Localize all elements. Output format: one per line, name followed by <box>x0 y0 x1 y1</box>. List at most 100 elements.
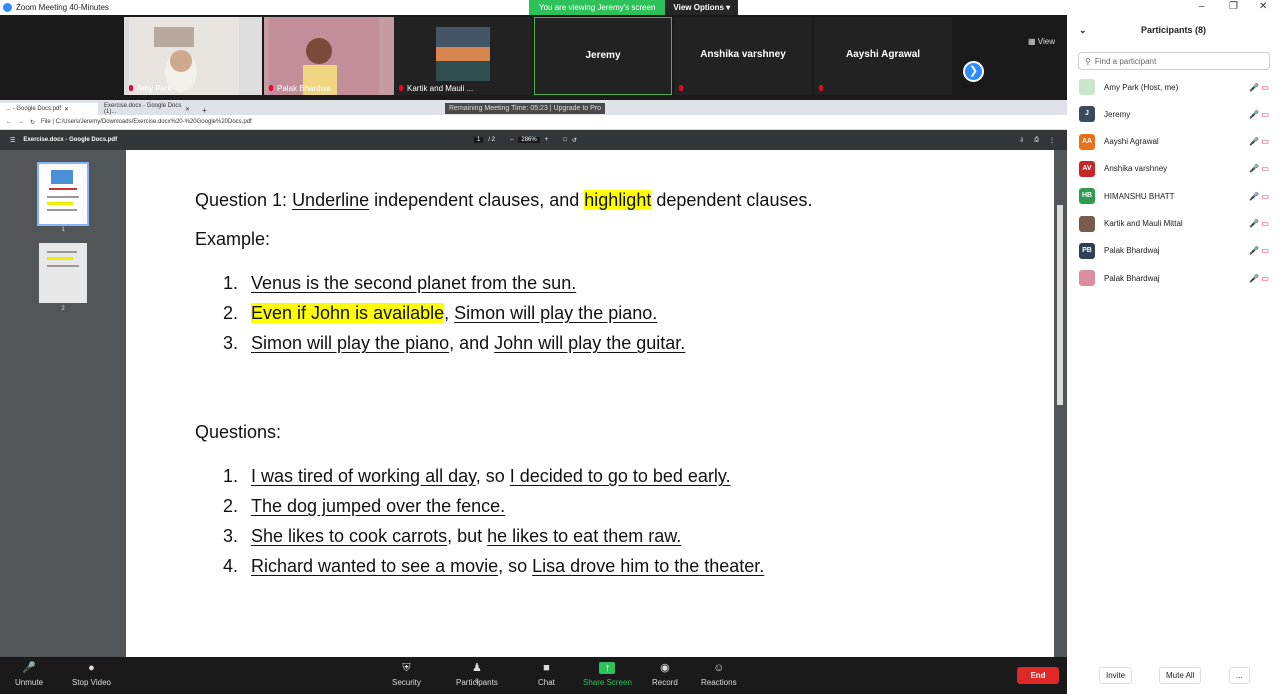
browser-tab[interactable]: ... - Google Docs.pdf ✕ <box>0 103 98 115</box>
tile-name: Kartik and Mauli ... <box>407 84 474 93</box>
mic-muted-icon: 🎤 <box>22 662 36 674</box>
browser-tab[interactable]: Exercise.docx - Google Docs (1)... ✕ <box>98 103 196 115</box>
clause-text: , <box>444 303 455 323</box>
video-tile-active[interactable]: Jeremy <box>534 17 672 95</box>
zoom-out-icon[interactable]: – <box>510 137 513 143</box>
forward-icon[interactable]: → <box>18 119 24 125</box>
reactions-button[interactable]: ☺ Reactions <box>701 662 737 687</box>
participant-row[interactable]: AA Aayshi Agrawal 🎤 ▭ <box>1079 132 1269 152</box>
download-icon[interactable]: ⇩ <box>1019 137 1024 144</box>
avatar <box>1079 270 1095 287</box>
panel-footer: Invite Mute All ... <box>1067 667 1280 687</box>
remaining-time-badge[interactable]: Remaining Meeting Time: 05:23 | Upgrade … <box>445 103 606 114</box>
video-tile[interactable]: Palak Bhardwa <box>264 17 402 95</box>
participant-name: Kartik and Mauli Mittal <box>1104 219 1183 228</box>
more-button[interactable]: ... <box>1229 667 1250 684</box>
chevron-down-icon[interactable]: ⌄ <box>1079 25 1087 36</box>
close-icon[interactable]: ✕ <box>1259 1 1267 12</box>
clause-text: , so <box>475 466 510 486</box>
gallery-view-button[interactable]: ▦ View <box>1028 37 1055 46</box>
print-icon[interactable]: ⎙ <box>1034 137 1039 144</box>
page-thumbnail[interactable]: 1 <box>37 162 89 233</box>
mic-video-status-icon: 🎤 ▭ <box>1249 137 1269 147</box>
panel-title: Participants (8) <box>1140 25 1207 35</box>
invite-button[interactable]: Invite <box>1099 667 1133 684</box>
participant-row[interactable]: AV Anshika varshney 🎤 ▭ <box>1079 159 1269 179</box>
avatar: AV <box>1079 160 1095 177</box>
item-number: 2. <box>223 303 239 323</box>
unmute-button[interactable]: 🎤 Unmute <box>15 662 43 687</box>
close-tab-icon[interactable]: ✕ <box>64 106 69 113</box>
participant-row[interactable]: Palak Bhardwaj 🎤 ▭ <box>1079 268 1269 288</box>
video-tile[interactable]: Aayshi Agrawal <box>814 17 952 95</box>
clause-text: Venus is the second planet from the sun. <box>251 273 577 293</box>
participants-button[interactable]: ♟ 8 Participants <box>456 662 498 687</box>
video-tile[interactable]: Anshika varshney <box>674 17 812 95</box>
stop-video-button[interactable]: ● Stop Video <box>72 662 111 687</box>
gallery-next-icon[interactable]: ❯ <box>963 61 984 82</box>
page-number-input[interactable]: 1 <box>474 137 484 143</box>
participants-panel: ⌄ Participants (8) ⚲ Find a participant A… <box>1067 15 1280 694</box>
security-button[interactable]: ⛨ Security <box>392 662 421 687</box>
rotate-icon[interactable]: ↺ <box>572 137 577 144</box>
view-options-button[interactable]: View Options ▾ <box>665 0 739 15</box>
list-item: 2. The dog jumped over the fence. <box>223 491 1054 521</box>
more-options-icon[interactable]: ⋮ <box>1049 137 1055 144</box>
url-text[interactable]: File | C:/Users/Jeremy/Downloads/Exercis… <box>41 119 252 125</box>
list-item: 3. Simon will play the piano, and John wi… <box>223 328 1054 358</box>
participant-row[interactable]: HB HIMANSHU BHATT 🎤 ▭ <box>1079 186 1269 206</box>
questions-label: Questions: <box>195 422 282 442</box>
reload-icon[interactable]: ↻ <box>30 119 35 126</box>
thumbnail-image <box>47 251 79 267</box>
mic-muted-icon <box>818 85 824 93</box>
tile-name: Jeremy <box>585 50 621 61</box>
list-item: 1. Venus is the second planet from the su… <box>223 268 1054 298</box>
video-gallery: Amy Park Palak Bhardwa Kartik and Mauli … <box>0 15 1067 97</box>
record-button[interactable]: ◉ Record <box>652 662 678 687</box>
avatar: PB <box>1079 242 1095 259</box>
restore-icon[interactable]: ❐ <box>1229 1 1238 12</box>
share-screen-button[interactable]: ↑ Share Screen <box>583 662 632 687</box>
mic-muted-icon <box>268 84 274 93</box>
search-icon: ⚲ <box>1085 56 1091 66</box>
window-title: Zoom Meeting 40-Minutes <box>16 3 109 12</box>
mic-muted-icon <box>678 85 684 93</box>
page-thumbnail[interactable]: 2 <box>39 243 87 312</box>
back-icon[interactable]: ← <box>6 119 12 125</box>
clause-text: John will play the guitar. <box>494 333 686 353</box>
clause-text: She likes to cook carrots <box>251 526 448 546</box>
end-meeting-button[interactable]: End <box>1017 667 1059 684</box>
fit-page-icon[interactable]: □ <box>563 137 567 143</box>
clause-text: , but <box>447 526 488 546</box>
chat-button[interactable]: ■ Chat <box>538 662 555 687</box>
video-tile[interactable]: Amy Park <box>124 17 262 95</box>
clause-text: he likes to eat them raw. <box>487 526 682 546</box>
participant-row[interactable]: Kartik and Mauli Mittal 🎤 ▭ <box>1079 214 1269 234</box>
close-tab-icon[interactable]: ✕ <box>185 106 190 113</box>
clause-text: Lisa drove him to the theater. <box>532 556 765 576</box>
participant-row[interactable]: J Jeremy 🎤 ▭ <box>1079 104 1269 124</box>
participant-row[interactable]: PB Palak Bhardwaj 🎤 ▭ <box>1079 241 1269 261</box>
scrollbar[interactable] <box>1057 205 1063 405</box>
find-participant-input[interactable]: ⚲ Find a participant <box>1078 52 1270 70</box>
address-bar[interactable]: ← → ↻ File | C:/Users/Jeremy/Downloads/E… <box>0 115 1067 130</box>
new-tab-icon[interactable]: + <box>196 106 213 115</box>
avatar: J <box>1079 106 1095 123</box>
participant-name: Palak Bhardwaj <box>1104 273 1160 283</box>
tile-name: Palak Bhardwa <box>277 84 331 93</box>
zoom-in-icon[interactable]: + <box>545 137 549 143</box>
clause-text: , so <box>498 556 533 576</box>
mic-muted-icon <box>128 84 134 93</box>
zoom-level[interactable]: 286% <box>518 137 540 143</box>
mic-video-status-icon: 🎤 ▭ <box>1249 246 1269 256</box>
record-icon: ◉ <box>660 662 670 674</box>
menu-icon[interactable]: ☰ <box>10 137 15 144</box>
video-tile[interactable]: Kartik and Mauli ... <box>394 17 532 95</box>
avatar: HB <box>1079 188 1095 205</box>
item-number: 2. <box>223 496 239 516</box>
page-total: / 2 <box>488 137 496 143</box>
mute-all-button[interactable]: Mute All <box>1159 667 1202 684</box>
minimize-icon[interactable]: – <box>1199 1 1205 12</box>
mic-video-status-icon: 🎤 ▭ <box>1249 273 1269 283</box>
participant-row[interactable]: Amy Park (Host, me) 🎤 ▭ <box>1079 77 1269 97</box>
